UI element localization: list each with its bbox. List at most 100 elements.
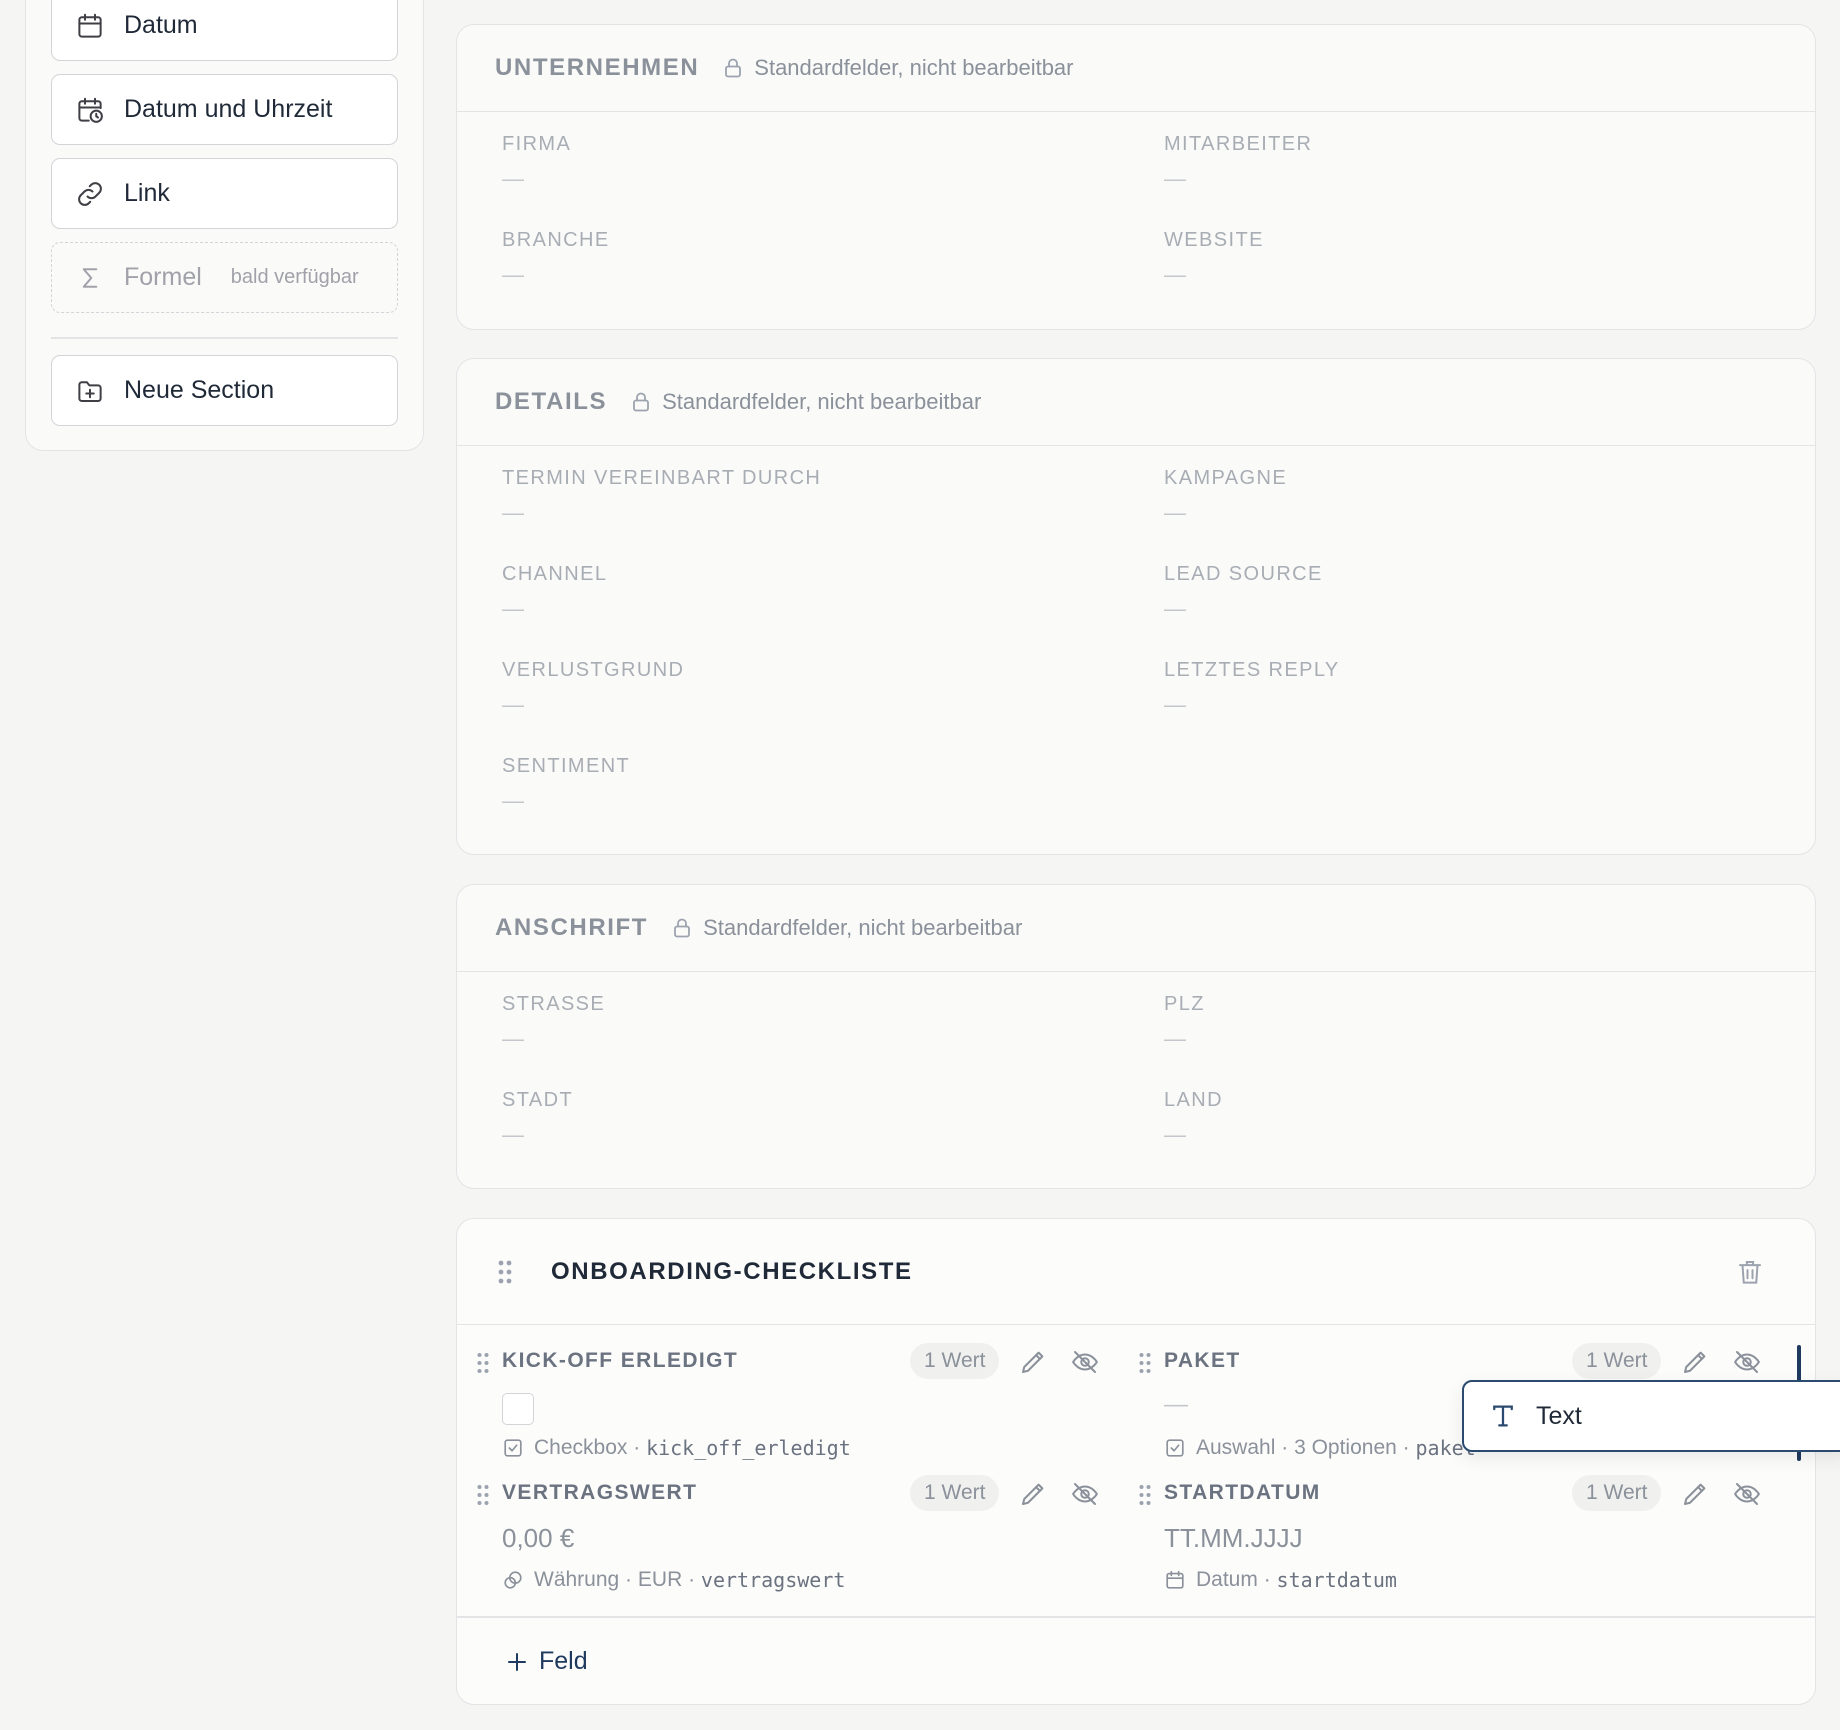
- drag-ghost-label: Text: [1536, 1401, 1582, 1430]
- field-value: —: [502, 596, 524, 621]
- eye-off-icon[interactable]: [1070, 1347, 1100, 1377]
- field-label: STADT: [502, 1089, 574, 1111]
- field-kampagne: KAMPAGNE —: [1164, 467, 1287, 524]
- field-label: VERLUSTGRUND: [502, 659, 685, 681]
- field-key: vertragswert: [700, 1568, 846, 1592]
- pencil-icon[interactable]: [1680, 1347, 1710, 1377]
- palette-item-datum-uhrzeit[interactable]: Datum und Uhrzeit: [51, 74, 398, 145]
- field-label: BRANCHE: [502, 229, 610, 251]
- field-verlustgrund: VERLUSTGRUND —: [502, 659, 684, 716]
- field-label: LETZTES REPLY: [1164, 659, 1340, 681]
- checkbox-preview: [502, 1393, 534, 1425]
- field-firma: FIRMA —: [502, 133, 571, 190]
- drag-ghost-text-field[interactable]: Text: [1462, 1380, 1840, 1452]
- field-value: —: [1164, 1122, 1186, 1147]
- drag-handle-icon[interactable]: [476, 1483, 490, 1507]
- drag-handle-icon[interactable]: [1138, 1351, 1152, 1375]
- palette-divider: [51, 337, 398, 339]
- field-label: CHANNEL: [502, 563, 608, 585]
- empty-checkbox: [502, 1393, 534, 1425]
- calendar-icon: [75, 11, 105, 41]
- field-label: WEBSITE: [1164, 229, 1264, 251]
- lock-icon: [670, 916, 694, 940]
- section-header: DETAILS Standardfelder, nicht bearbeitba…: [457, 359, 1815, 446]
- field-value: —: [502, 166, 524, 191]
- field-lead-source: LEAD SOURCE —: [1164, 563, 1323, 620]
- lock-icon: [721, 56, 745, 80]
- eye-off-icon[interactable]: [1070, 1479, 1100, 1509]
- section-anschrift: ANSCHRIFT Standardfelder, nicht bearbeit…: [456, 884, 1816, 1189]
- section-details: DETAILS Standardfelder, nicht bearbeitba…: [456, 358, 1816, 855]
- field-letztes-reply: LETZTES REPLY —: [1164, 659, 1340, 716]
- plus-icon: [505, 1650, 529, 1674]
- field-label: STRASSE: [502, 993, 606, 1015]
- pencil-icon[interactable]: [1680, 1479, 1710, 1509]
- coins-icon: [502, 1569, 524, 1591]
- palette-item-label: Formel: [124, 263, 202, 291]
- field-key: kick_off_erledigt: [646, 1436, 851, 1460]
- value-count-badge: 1 Wert: [910, 1343, 1000, 1379]
- calendar-clock-icon: [75, 95, 105, 125]
- drag-handle-icon[interactable]: [1138, 1483, 1152, 1507]
- field-value: —: [502, 692, 524, 717]
- field-value: TT.MM.JJJJ: [1164, 1523, 1303, 1553]
- custom-field-kick-off: KICK-OFF ERLEDIGT 1 Wert Checkbox · kick…: [477, 1343, 1122, 1469]
- field-meta: Datum · startdatum: [1164, 1568, 1397, 1592]
- field-label: FIRMA: [502, 133, 572, 155]
- field-value: —: [502, 500, 524, 525]
- field-extra: 3 Optionen: [1294, 1436, 1397, 1459]
- palette-item-link[interactable]: Link: [51, 158, 398, 229]
- field-meta: Auswahl · 3 Optionen · paket: [1164, 1436, 1476, 1460]
- field-sentiment: SENTIMENT —: [502, 755, 630, 812]
- section-note: Standardfelder, nicht bearbeitbar: [754, 55, 1074, 80]
- sigma-icon: [75, 263, 105, 293]
- field-plz: PLZ —: [1164, 993, 1205, 1050]
- custom-field-vertragswert: VERTRAGSWERT 1 Wert 0,00 € Währung · EUR…: [477, 1475, 1122, 1601]
- field-key: startdatum: [1276, 1568, 1397, 1592]
- meta-separator: ·: [619, 1568, 638, 1591]
- text-type-icon: [1488, 1401, 1518, 1431]
- new-section-button[interactable]: Neue Section: [51, 355, 398, 426]
- section-footer-divider: [457, 1616, 1815, 1618]
- field-value: —: [1164, 1391, 1188, 1418]
- field-extra: EUR: [637, 1568, 683, 1591]
- value-count-badge: 1 Wert: [910, 1475, 1000, 1511]
- field-type: Währung: [534, 1568, 620, 1591]
- palette-item-label: Datum und Uhrzeit: [124, 95, 333, 123]
- field-branche: BRANCHE —: [502, 229, 610, 286]
- field-value: —: [502, 1026, 524, 1051]
- drag-handle-icon[interactable]: [497, 1259, 513, 1285]
- field-value: —: [502, 262, 524, 287]
- eye-off-icon[interactable]: [1732, 1479, 1762, 1509]
- field-label: KAMPAGNE: [1164, 467, 1288, 489]
- pencil-icon[interactable]: [1018, 1347, 1048, 1377]
- custom-field-startdatum: STARTDATUM 1 Wert TT.MM.JJJJ Datum · sta…: [1139, 1475, 1784, 1601]
- palette-item-datum[interactable]: Datum: [51, 0, 398, 61]
- add-field-button[interactable]: Feld: [505, 1647, 588, 1676]
- field-mitarbeiter: MITARBEITER —: [1164, 133, 1312, 190]
- section-title: ANSCHRIFT: [495, 914, 649, 941]
- drag-handle-icon[interactable]: [476, 1351, 490, 1375]
- section-title: UNTERNEHMEN: [495, 54, 700, 81]
- field-label: LAND: [1164, 1089, 1223, 1111]
- calendar-icon: [1164, 1569, 1186, 1591]
- section-header: UNTERNEHMEN Standardfelder, nicht bearbe…: [457, 25, 1815, 112]
- pencil-icon[interactable]: [1018, 1479, 1048, 1509]
- section-unternehmen: UNTERNEHMEN Standardfelder, nicht bearbe…: [456, 24, 1816, 330]
- section-note: Standardfelder, nicht bearbeitbar: [703, 915, 1023, 940]
- field-label: MITARBEITER: [1164, 133, 1313, 155]
- folder-plus-icon: [75, 376, 105, 406]
- field-type: Datum: [1196, 1568, 1258, 1591]
- new-section-label: Neue Section: [124, 376, 275, 404]
- meta-separator: ·: [1257, 1568, 1277, 1591]
- field-strasse: STRASSE —: [502, 993, 605, 1050]
- section-note: Standardfelder, nicht bearbeitbar: [662, 389, 982, 414]
- meta-separator: ·: [1396, 1436, 1416, 1459]
- field-label: SENTIMENT: [502, 755, 631, 777]
- trash-icon[interactable]: [1735, 1257, 1765, 1287]
- checkbox-icon: [502, 1437, 524, 1459]
- section-title: ONBOARDING-CHECKLISTE: [551, 1257, 913, 1285]
- palette-item-label: Link: [124, 179, 170, 207]
- eye-off-icon[interactable]: [1732, 1347, 1762, 1377]
- meta-separator: ·: [627, 1436, 647, 1459]
